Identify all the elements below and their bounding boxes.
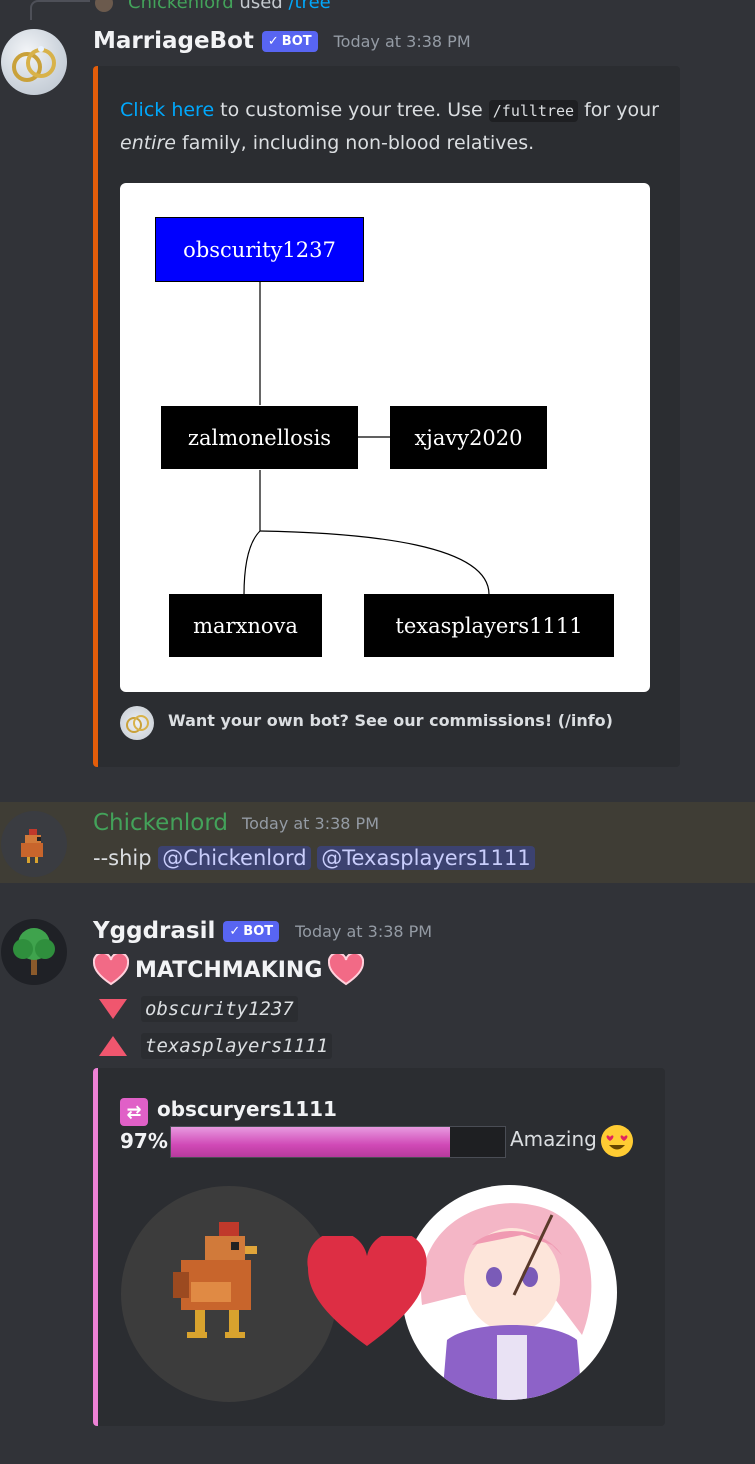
chickenlord-avatar[interactable] bbox=[1, 811, 67, 877]
bot-tag-label: BOT bbox=[243, 923, 274, 939]
marriagebot-header: MarriageBot ✓ BOT Today at 3:38 PM bbox=[93, 28, 471, 54]
desc-text-3: family, including non-blood relatives. bbox=[175, 132, 535, 154]
family-tree-image[interactable]: obscurity1237 zalmonellosis xjavy2020 ma… bbox=[120, 183, 650, 692]
reply-header[interactable]: Chickenlord used /tree bbox=[128, 0, 331, 13]
desc-text-2: for your bbox=[578, 99, 659, 121]
reply-connector bbox=[30, 0, 90, 20]
rings-icon bbox=[12, 46, 56, 82]
percent-label: 97% bbox=[120, 1129, 168, 1153]
matchmaking-title: MATCHMAKING bbox=[93, 954, 365, 986]
tree-node-marxnova: marxnova bbox=[169, 594, 322, 657]
shuffle-icon: ⇄ bbox=[120, 1098, 148, 1126]
reply-used-label: used bbox=[239, 0, 283, 13]
embed-footer-text: Want your own bot? See our commissions! … bbox=[168, 711, 613, 730]
yggdrasil-avatar[interactable] bbox=[1, 919, 67, 985]
big-heart-icon bbox=[307, 1236, 427, 1346]
mention-chickenlord[interactable]: @Chickenlord bbox=[158, 846, 311, 870]
match-progress-fill bbox=[171, 1127, 450, 1157]
check-icon: ✓ bbox=[229, 923, 241, 939]
user-1-name: obscurity1237 bbox=[141, 996, 298, 1022]
desc-emphasis: entire bbox=[120, 132, 176, 154]
matchmaking-label: MATCHMAKING bbox=[135, 957, 323, 983]
yggdrasil-header: Yggdrasil ✓ BOT Today at 3:38 PM bbox=[93, 918, 432, 944]
rings-icon bbox=[126, 715, 149, 733]
message-timestamp[interactable]: Today at 3:38 PM bbox=[295, 922, 432, 941]
marriagebot-username[interactable]: MarriageBot bbox=[93, 28, 254, 54]
message-timestamp[interactable]: Today at 3:38 PM bbox=[242, 814, 379, 833]
yggdrasil-username[interactable]: Yggdrasil bbox=[93, 918, 215, 944]
anime-character-icon bbox=[421, 1203, 592, 1400]
user-line-2: texasplayers1111 bbox=[99, 1033, 333, 1059]
bot-tag: ✓ BOT bbox=[261, 30, 318, 52]
ship-command: --ship bbox=[93, 846, 152, 870]
check-icon: ✓ bbox=[267, 33, 279, 49]
embed-description: Click here to customise your tree. Use /… bbox=[120, 94, 660, 159]
reply-command[interactable]: /tree bbox=[288, 0, 330, 13]
down-triangle-icon bbox=[99, 999, 127, 1019]
heart-icon bbox=[93, 954, 129, 986]
reply-author[interactable]: Chickenlord bbox=[128, 0, 234, 13]
chickenlord-username[interactable]: Chickenlord bbox=[93, 810, 228, 836]
ship-right-avatar bbox=[402, 1185, 617, 1400]
marriagebot-avatar[interactable] bbox=[1, 29, 67, 95]
footer-icon bbox=[120, 706, 154, 740]
mention-texasplayers[interactable]: @Texasplayers1111 bbox=[317, 846, 535, 870]
heart-icon bbox=[328, 954, 365, 986]
bot-tag-label: BOT bbox=[281, 33, 312, 49]
tree-node-xjavy2020: xjavy2020 bbox=[390, 406, 547, 469]
heart-eyes-emoji-icon bbox=[601, 1125, 633, 1157]
tree-node-texasplayers1111: texasplayers1111 bbox=[364, 594, 614, 657]
user-line-1: obscurity1237 bbox=[99, 996, 298, 1022]
message-timestamp[interactable]: Today at 3:38 PM bbox=[334, 32, 471, 51]
match-progress-bar bbox=[170, 1126, 506, 1158]
tree-node-obscurity1237: obscurity1237 bbox=[155, 217, 364, 282]
ship-left-avatar bbox=[121, 1186, 337, 1402]
customise-link[interactable]: Click here bbox=[120, 99, 214, 121]
chicken-icon bbox=[21, 829, 43, 863]
pixel-chicken-icon bbox=[173, 1222, 257, 1338]
ship-message: --ship @Chickenlord @Texasplayers1111 bbox=[93, 846, 535, 870]
tree-node-zalmonellosis: zalmonellosis bbox=[161, 406, 358, 469]
fulltree-code: /fulltree bbox=[488, 100, 579, 122]
reply-avatar[interactable] bbox=[95, 0, 113, 12]
tree-icon bbox=[13, 928, 55, 975]
up-triangle-icon bbox=[99, 1036, 127, 1056]
chickenlord-header: Chickenlord Today at 3:38 PM bbox=[93, 810, 379, 836]
ship-name: obscuryers1111 bbox=[157, 1097, 337, 1121]
bot-tag: ✓ BOT bbox=[223, 920, 280, 942]
match-verdict: Amazing bbox=[510, 1127, 597, 1151]
desc-text-1: to customise your tree. Use bbox=[214, 99, 489, 121]
user-2-name: texasplayers1111 bbox=[141, 1033, 333, 1059]
